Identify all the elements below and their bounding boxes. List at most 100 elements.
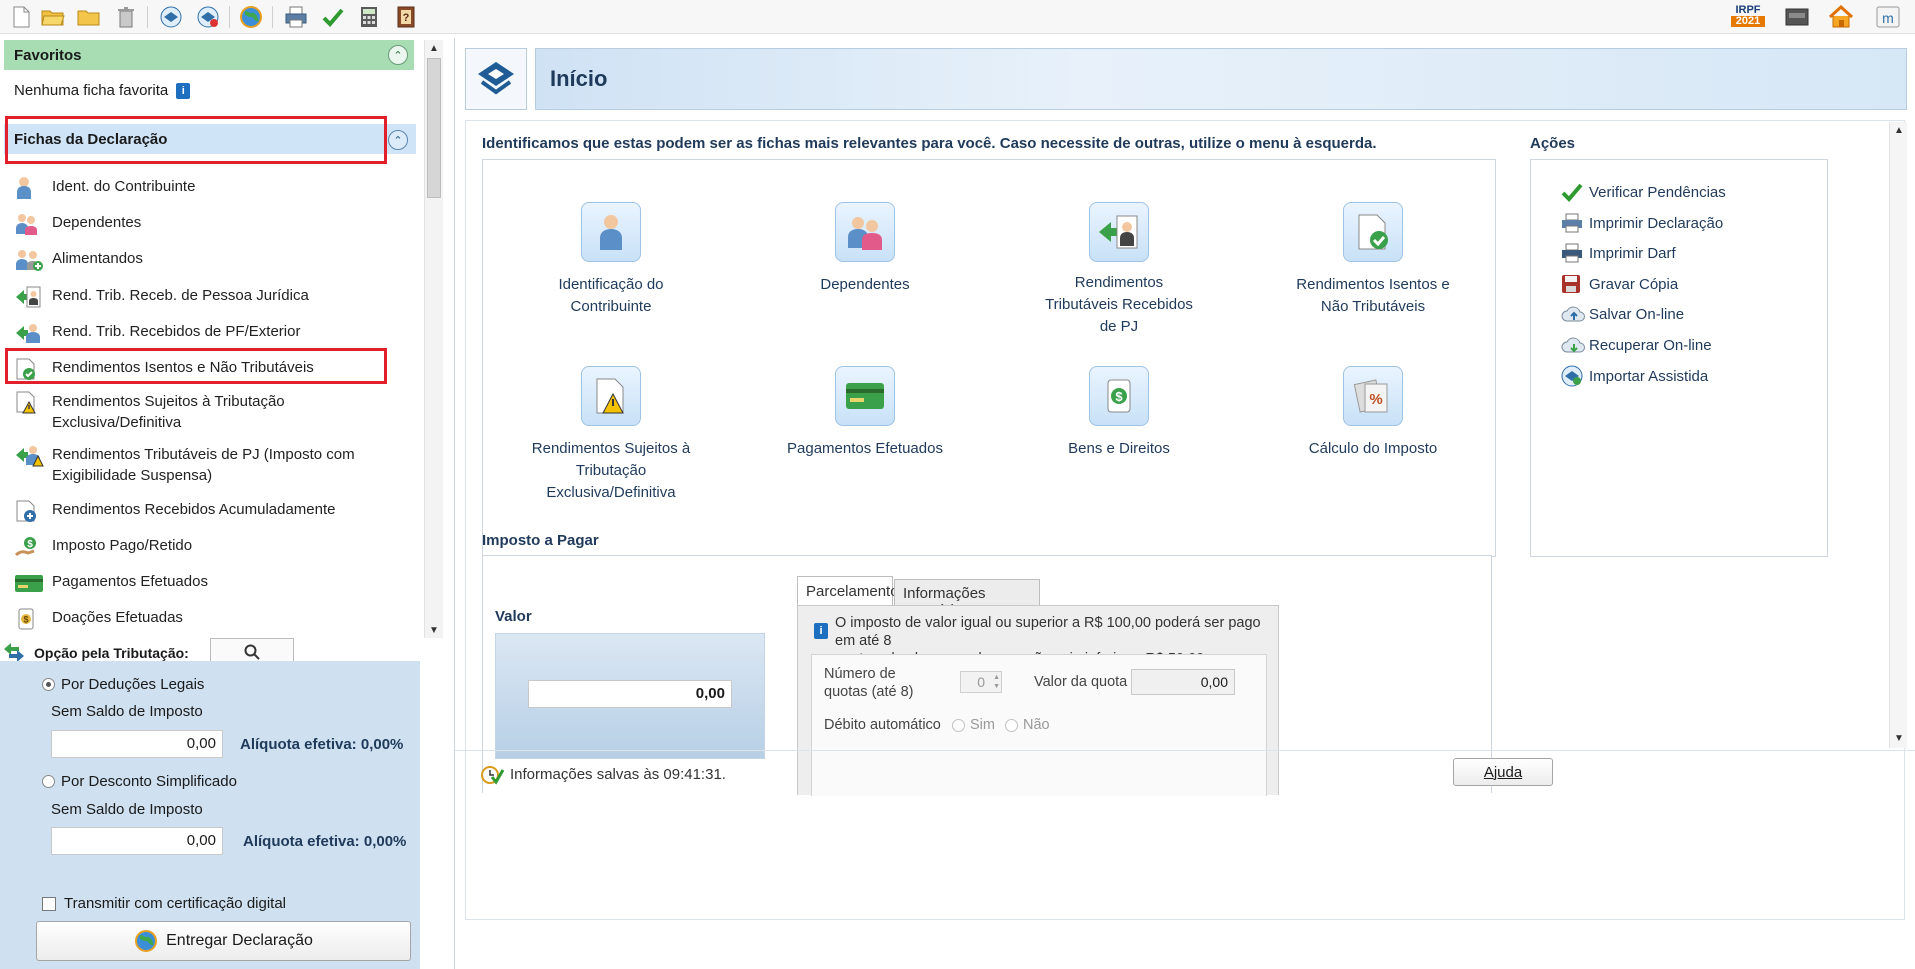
info-icon[interactable]: i xyxy=(176,82,191,99)
panel-splitter[interactable] xyxy=(445,38,455,969)
action-imprimir-darf[interactable]: Imprimir Darf xyxy=(1561,241,1676,265)
toolbar-separator xyxy=(147,6,148,28)
tab-parcelamento[interactable]: Parcelamento xyxy=(797,576,899,606)
stepper-arrows-icon[interactable]: ▲ ▼ xyxy=(993,673,1000,691)
sidebar-item-rend-acumulado[interactable]: Rendimentos Recebidos Acumuladamente xyxy=(14,499,414,523)
print-icon[interactable] xyxy=(283,4,309,30)
check-icon[interactable] xyxy=(320,4,346,30)
main-scrollbar[interactable]: ▲ ▼ xyxy=(1889,122,1907,748)
digital-cert-checkbox[interactable] xyxy=(42,896,56,911)
legal-value-field[interactable]: 0,00 xyxy=(51,730,223,758)
tax-calc-icon: % xyxy=(1343,366,1403,426)
receita-download-icon[interactable] xyxy=(195,4,221,30)
scroll-up-icon[interactable]: ▲ xyxy=(1890,122,1908,138)
sidebar-item-pagamentos[interactable]: Pagamentos Efetuados xyxy=(14,571,414,595)
valor-box: 0,00 xyxy=(495,633,765,759)
quota-value-field[interactable]: 0,00 xyxy=(1131,669,1235,695)
action-label: Imprimir Declaração xyxy=(1589,214,1724,232)
card-dependentes[interactable]: Dependentes xyxy=(740,202,990,296)
sidebar-item-rend-suspensa[interactable]: Rendimentos Tributáveis de PJ (Imposto c… xyxy=(14,444,414,486)
action-recuperar-online[interactable]: Recuperar On-line xyxy=(1561,333,1712,357)
sidebar-item-dependentes[interactable]: Dependentes xyxy=(14,212,414,236)
simplified-radio[interactable] xyxy=(42,775,55,788)
quotas-label-line: quotas (até 8) xyxy=(824,684,914,700)
new-file-icon[interactable] xyxy=(8,4,34,30)
svg-text:%: % xyxy=(1369,391,1382,408)
irpf-logo[interactable]: IRPF 2021 xyxy=(1730,4,1766,30)
fichas-header-highlight xyxy=(5,116,387,164)
legal-deductions-option[interactable]: Por Deduções Legais xyxy=(42,676,204,693)
action-verificar-pendencias[interactable]: Verificar Pendências xyxy=(1561,180,1726,204)
card-reader-icon[interactable] xyxy=(1784,4,1810,30)
scroll-up-icon[interactable]: ▲ xyxy=(425,40,443,56)
simplified-rate: Alíquota efetiva: 0,00% xyxy=(243,833,407,850)
sidebar-item-label: Rendimentos Sujeitos à Tributação Exclus… xyxy=(52,393,285,431)
card-rend-trib-pj[interactable]: Rendimentos Tributáveis Recebidos de PJ xyxy=(994,202,1244,338)
scrollbar-thumb[interactable] xyxy=(427,58,441,198)
debit-no-option[interactable]: Não xyxy=(1005,717,1050,733)
collapse-fichas-icon[interactable]: ⌃ xyxy=(388,130,408,150)
simplified-option[interactable]: Por Desconto Simplificado xyxy=(42,773,237,790)
submit-declaration-label: Entregar Declaração xyxy=(166,932,313,949)
profile-icon[interactable]: m xyxy=(1875,4,1901,30)
action-imprimir-declaracao[interactable]: Imprimir Declaração xyxy=(1561,211,1723,235)
help-button[interactable]: Ajuda xyxy=(1453,758,1553,786)
calculator-icon[interactable] xyxy=(356,4,382,30)
sidebar-item-rend-exclusiva[interactable]: Rendimentos Sujeitos à Tributação Exclus… xyxy=(14,391,414,433)
card-bens-direitos[interactable]: $ Bens e Direitos xyxy=(994,366,1244,460)
scroll-down-icon[interactable]: ▼ xyxy=(425,622,443,638)
tab-informacoes-bancarias[interactable]: Informações Bancárias xyxy=(894,579,1040,619)
save-disk-icon xyxy=(1561,272,1589,296)
folder-icon[interactable] xyxy=(76,4,102,30)
legal-deductions-radio[interactable] xyxy=(42,678,55,691)
card-rend-isentos[interactable]: Rendimentos Isentos e Não Tributáveis xyxy=(1248,202,1498,318)
sidebar-item-alimentandos[interactable]: Alimentandos xyxy=(14,248,414,272)
cloud-upload-icon xyxy=(1561,302,1589,326)
trash-icon[interactable] xyxy=(113,4,139,30)
simplified-value-field[interactable]: 0,00 xyxy=(51,827,223,855)
intro-text: Identificamos que estas podem ser as fic… xyxy=(482,135,1377,152)
collapse-favorites-icon[interactable]: ⌃ xyxy=(388,45,408,65)
receita-sync-icon[interactable] xyxy=(158,4,184,30)
info-icon: i xyxy=(814,623,828,639)
action-importar-assistida[interactable]: Importar Assistida xyxy=(1561,364,1708,388)
globe-icon[interactable] xyxy=(238,4,264,30)
home-icon[interactable] xyxy=(1828,4,1854,30)
debit-yes-radio[interactable] xyxy=(952,718,965,732)
card-label-line: Rendimentos Isentos e xyxy=(1296,276,1450,293)
sidebar-item-doacoes[interactable]: $ Doações Efetuadas xyxy=(14,607,414,631)
favorites-empty-text: Nenhuma ficha favorita xyxy=(14,82,169,99)
sidebar-scrollbar[interactable]: ▲ ▼ xyxy=(424,40,443,638)
action-salvar-online[interactable]: Salvar On-line xyxy=(1561,302,1684,326)
digital-cert-label: Transmitir com certificação digital xyxy=(64,895,287,912)
debit-no-radio[interactable] xyxy=(1005,718,1018,732)
debit-yes-label: Sim xyxy=(970,717,995,733)
tax-due-panel: Valor 0,00 Parcelamento Informações Banc… xyxy=(482,555,1492,796)
quotas-stepper[interactable]: 0 ▲ ▼ xyxy=(960,671,1002,693)
sidebar-item-label: Ident. do Contribuinte xyxy=(52,178,196,195)
sidebar-item-ident-contribuinte[interactable]: Ident. do Contribuinte xyxy=(14,176,414,200)
card-rend-exclusiva[interactable]: Rendimentos Sujeitos à Tributação Exclus… xyxy=(486,366,736,504)
svg-text:$: $ xyxy=(27,539,33,550)
favorites-header[interactable]: Favoritos xyxy=(4,40,414,70)
action-gravar-copia[interactable]: Gravar Cópia xyxy=(1561,272,1678,296)
scroll-down-icon[interactable]: ▼ xyxy=(1890,730,1908,746)
sidebar-item-rend-trib-pf[interactable]: Rend. Trib. Recebidos de PF/Exterior xyxy=(14,321,414,345)
card-pagamentos[interactable]: Pagamentos Efetuados xyxy=(740,366,990,460)
tax-option-title: Opção pela Tributação: xyxy=(34,645,189,661)
sidebar-item-imposto-pago[interactable]: $ Imposto Pago/Retido xyxy=(14,535,414,559)
sidebar-item-rend-trib-pj[interactable]: Rend. Trib. Receb. de Pessoa Jurídica xyxy=(14,285,414,309)
svg-text:$: $ xyxy=(1115,389,1123,404)
open-folder-icon[interactable] xyxy=(40,4,66,30)
card-label-line: Bens e Direitos xyxy=(1068,440,1170,457)
help-book-icon[interactable]: ? xyxy=(393,4,419,30)
submit-declaration-button[interactable]: Entregar Declaração xyxy=(36,921,411,961)
debit-yes-option[interactable]: Sim xyxy=(952,717,995,733)
card-ident-contribuinte[interactable]: Identificação do Contribuinte xyxy=(486,202,736,318)
card-label-line: Dependentes xyxy=(820,276,910,293)
save-status: Informações salvas às 09:41:31. xyxy=(480,763,726,785)
card-calculo-imposto[interactable]: % Cálculo do Imposto xyxy=(1248,366,1498,460)
valor-field[interactable]: 0,00 xyxy=(528,680,732,708)
digital-cert-option[interactable]: Transmitir com certificação digital xyxy=(42,895,286,912)
main-toolbar: ? IRPF 2021 m xyxy=(0,0,1915,34)
